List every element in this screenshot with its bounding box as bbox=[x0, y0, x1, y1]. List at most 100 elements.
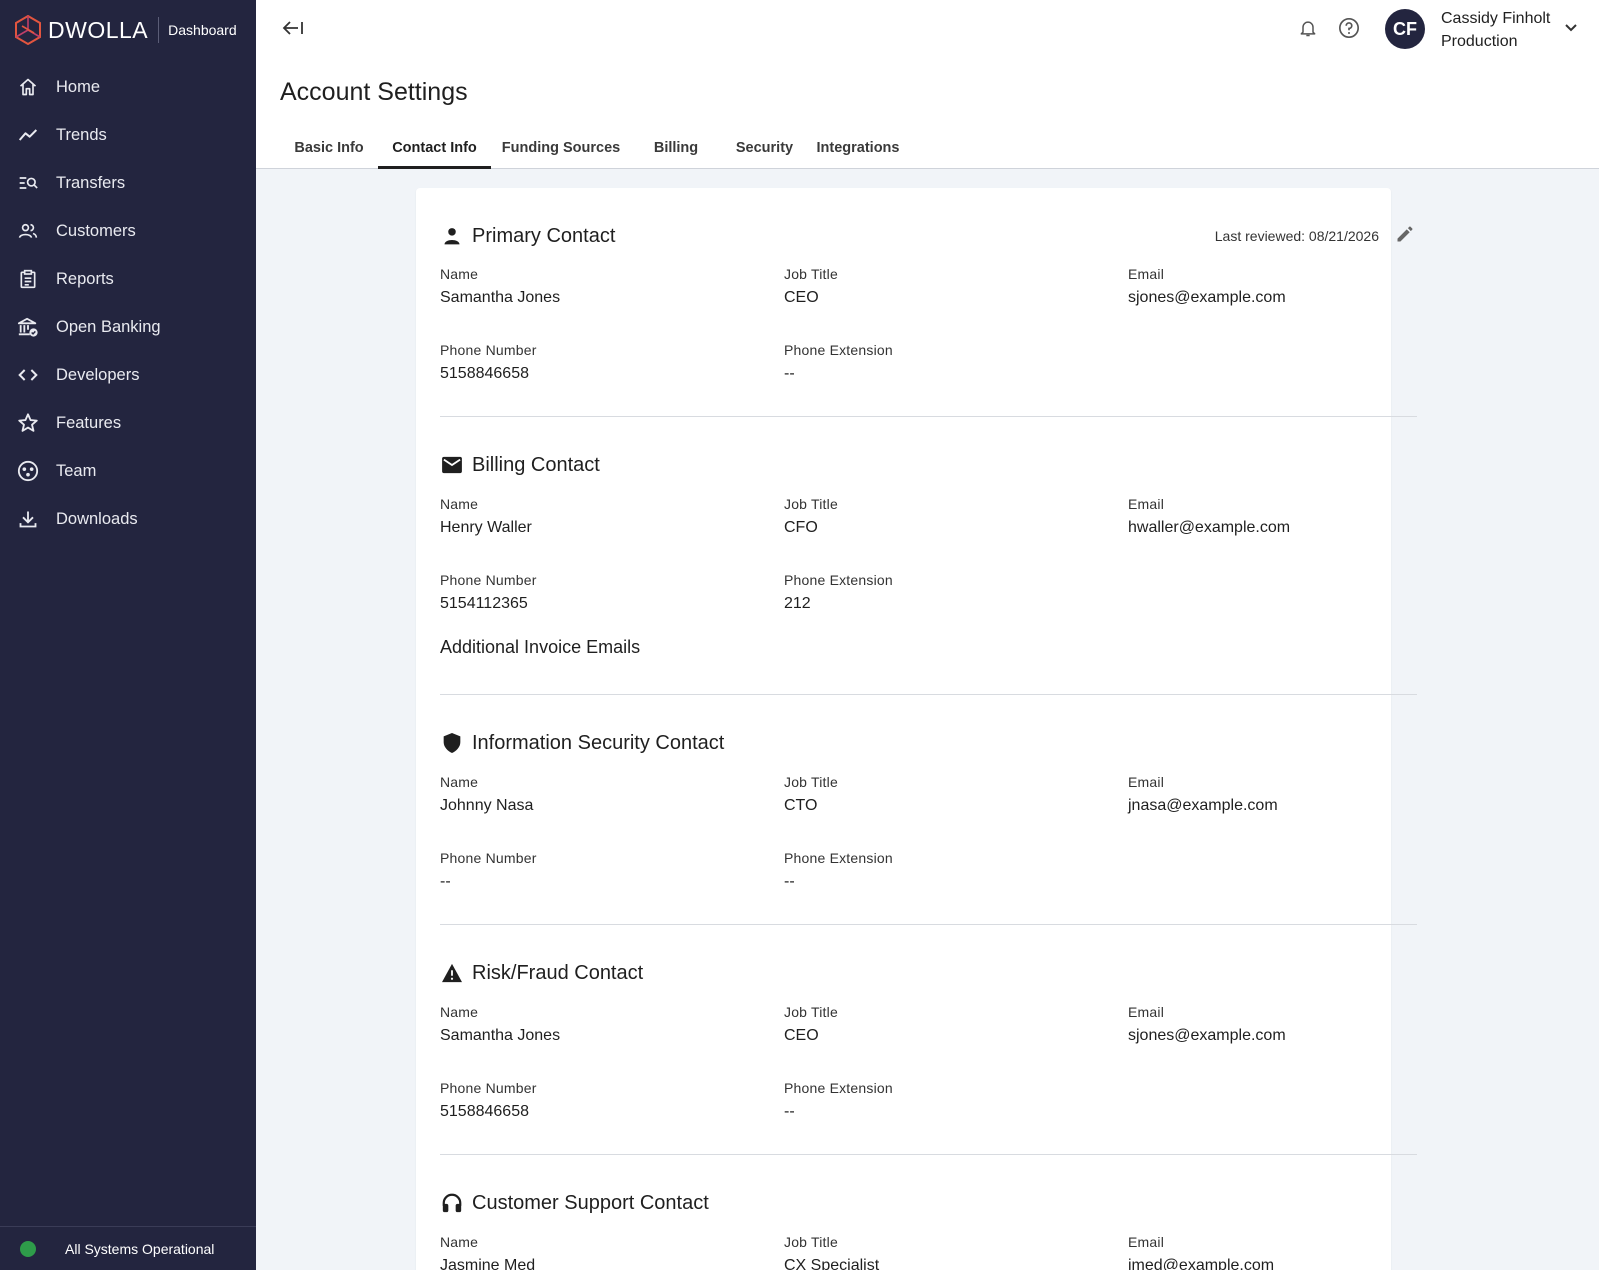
edit-contacts-button[interactable] bbox=[1393, 224, 1417, 248]
billing-email-field: Email hwaller@example.com bbox=[1128, 496, 1290, 537]
tab-integrations[interactable]: Integrations bbox=[808, 128, 908, 168]
system-status[interactable]: All Systems Operational bbox=[0, 1226, 256, 1270]
field-label: Name bbox=[440, 266, 479, 282]
trend-line-icon bbox=[17, 124, 39, 146]
brand-divider bbox=[158, 17, 160, 43]
billing-contact-section: Billing Contact bbox=[440, 445, 1417, 485]
field-label: Phone Number bbox=[440, 1080, 537, 1096]
field-value: -- bbox=[440, 873, 451, 890]
sidebar-nav: Home Trends Transfers Customers Reports … bbox=[0, 63, 256, 543]
risk-job-title-field: Job Title CEO bbox=[784, 1004, 838, 1045]
page-title: Account Settings bbox=[280, 78, 468, 106]
headset-icon bbox=[440, 1191, 464, 1215]
billing-phone-field: Phone Number 5154112365 bbox=[440, 572, 537, 613]
user-menu[interactable]: Cassidy Finholt Production bbox=[1441, 7, 1550, 53]
help-circle-icon bbox=[1338, 17, 1360, 44]
field-label: Phone Extension bbox=[784, 850, 893, 866]
sidebar-item-label: Open Banking bbox=[56, 317, 161, 336]
dwolla-logo-icon bbox=[14, 14, 42, 46]
sidebar-item-label: Downloads bbox=[56, 509, 138, 528]
field-label: Email bbox=[1128, 496, 1165, 512]
last-reviewed-text: Last reviewed: 08/21/2026 bbox=[1214, 228, 1379, 244]
field-value: CX Specialist bbox=[784, 1257, 880, 1270]
field-label: Email bbox=[1128, 266, 1165, 282]
section-header: Billing Contact bbox=[440, 445, 1417, 485]
primary-contact-section: Primary Contact Last reviewed: 08/21/202… bbox=[440, 216, 1417, 256]
field-value: -- bbox=[784, 873, 795, 890]
field-label: Phone Extension bbox=[784, 572, 893, 588]
notifications-button[interactable] bbox=[1296, 18, 1320, 42]
avatar[interactable]: CF bbox=[1385, 9, 1425, 49]
collapse-sidebar-button[interactable] bbox=[280, 18, 306, 42]
primary-job-title-field: Job Title CEO bbox=[784, 266, 838, 307]
person-icon bbox=[440, 224, 464, 248]
sidebar-item-developers[interactable]: Developers bbox=[0, 351, 256, 399]
field-value: sjones@example.com bbox=[1128, 289, 1286, 306]
user-name: Cassidy Finholt bbox=[1441, 10, 1551, 27]
sidebar-item-home[interactable]: Home bbox=[0, 63, 256, 111]
sidebar-item-customers[interactable]: Customers bbox=[0, 207, 256, 255]
sidebar-item-trends[interactable]: Trends bbox=[0, 111, 256, 159]
tab-billing[interactable]: Billing bbox=[631, 128, 721, 168]
field-value: sjones@example.com bbox=[1128, 1027, 1286, 1044]
brand-name: DWOLLA bbox=[48, 16, 149, 43]
risk-contact-section: Risk/Fraud Contact bbox=[440, 953, 1417, 993]
risk-extension-field: Phone Extension -- bbox=[784, 1080, 893, 1121]
warning-icon bbox=[440, 961, 464, 985]
clipboard-icon bbox=[17, 268, 39, 290]
code-icon bbox=[17, 364, 39, 386]
sidebar-item-reports[interactable]: Reports bbox=[0, 255, 256, 303]
field-value: Johnny Nasa bbox=[440, 797, 534, 814]
security-phone-field: Phone Number -- bbox=[440, 850, 537, 891]
section-title: Risk/Fraud Contact bbox=[472, 961, 644, 984]
section-divider bbox=[440, 416, 1417, 417]
bell-icon bbox=[1298, 17, 1318, 44]
environment-label: Production bbox=[1441, 33, 1518, 50]
risk-phone-field: Phone Number 5158846658 bbox=[440, 1080, 537, 1121]
sidebar-item-downloads[interactable]: Downloads bbox=[0, 495, 256, 543]
section-divider bbox=[440, 924, 1417, 925]
section-header: Risk/Fraud Contact bbox=[440, 953, 1417, 993]
field-label: Email bbox=[1128, 1004, 1165, 1020]
field-label: Name bbox=[440, 496, 479, 512]
last-reviewed: Last reviewed: 08/21/2026 bbox=[1215, 224, 1417, 248]
risk-email-field: Email sjones@example.com bbox=[1128, 1004, 1286, 1045]
tab-security[interactable]: Security bbox=[721, 128, 808, 168]
field-label: Name bbox=[440, 1234, 479, 1250]
field-value: 212 bbox=[784, 595, 811, 612]
sidebar-item-label: Reports bbox=[56, 269, 114, 288]
section-divider bbox=[440, 694, 1417, 695]
status-text: All Systems Operational bbox=[65, 1240, 215, 1257]
people-icon bbox=[17, 220, 39, 242]
field-label: Name bbox=[440, 1004, 479, 1020]
user-menu-toggle[interactable] bbox=[1562, 20, 1580, 38]
field-label: Name bbox=[440, 774, 479, 790]
brand-subtitle: Dashboard bbox=[168, 22, 237, 38]
section-title: Billing Contact bbox=[472, 453, 600, 476]
tab-funding-sources[interactable]: Funding Sources bbox=[491, 128, 631, 168]
sidebar-item-transfers[interactable]: Transfers bbox=[0, 159, 256, 207]
field-label: Email bbox=[1128, 774, 1165, 790]
security-job-title-field: Job Title CTO bbox=[784, 774, 838, 815]
tab-basic-info[interactable]: Basic Info bbox=[280, 128, 378, 168]
sidebar-item-label: Trends bbox=[56, 125, 107, 144]
brand[interactable]: DWOLLA Dashboard bbox=[0, 0, 256, 60]
sidebar-item-features[interactable]: Features bbox=[0, 399, 256, 447]
field-value: Samantha Jones bbox=[440, 1027, 561, 1044]
tab-contact-info[interactable]: Contact Info bbox=[378, 128, 491, 169]
field-value: 5154112365 bbox=[440, 595, 528, 612]
section-divider bbox=[440, 1154, 1417, 1155]
support-job-title-field: Job Title CX Specialist bbox=[784, 1234, 879, 1270]
help-button[interactable] bbox=[1337, 17, 1361, 44]
settings-tabs: Basic Info Contact Info Funding Sources … bbox=[280, 128, 908, 169]
shield-icon bbox=[440, 731, 464, 755]
section-header: Information Security Contact bbox=[440, 723, 1417, 763]
field-value: 5158846658 bbox=[440, 1103, 529, 1120]
sidebar-item-team[interactable]: Team bbox=[0, 447, 256, 495]
primary-email-field: Email sjones@example.com bbox=[1128, 266, 1286, 307]
chevron-down-icon bbox=[1564, 20, 1578, 38]
section-header: Primary Contact Last reviewed: 08/21/202… bbox=[440, 216, 1417, 256]
field-value: CTO bbox=[784, 797, 818, 814]
transfer-search-icon bbox=[17, 172, 39, 194]
sidebar-item-open-banking[interactable]: Open Banking bbox=[0, 303, 256, 351]
